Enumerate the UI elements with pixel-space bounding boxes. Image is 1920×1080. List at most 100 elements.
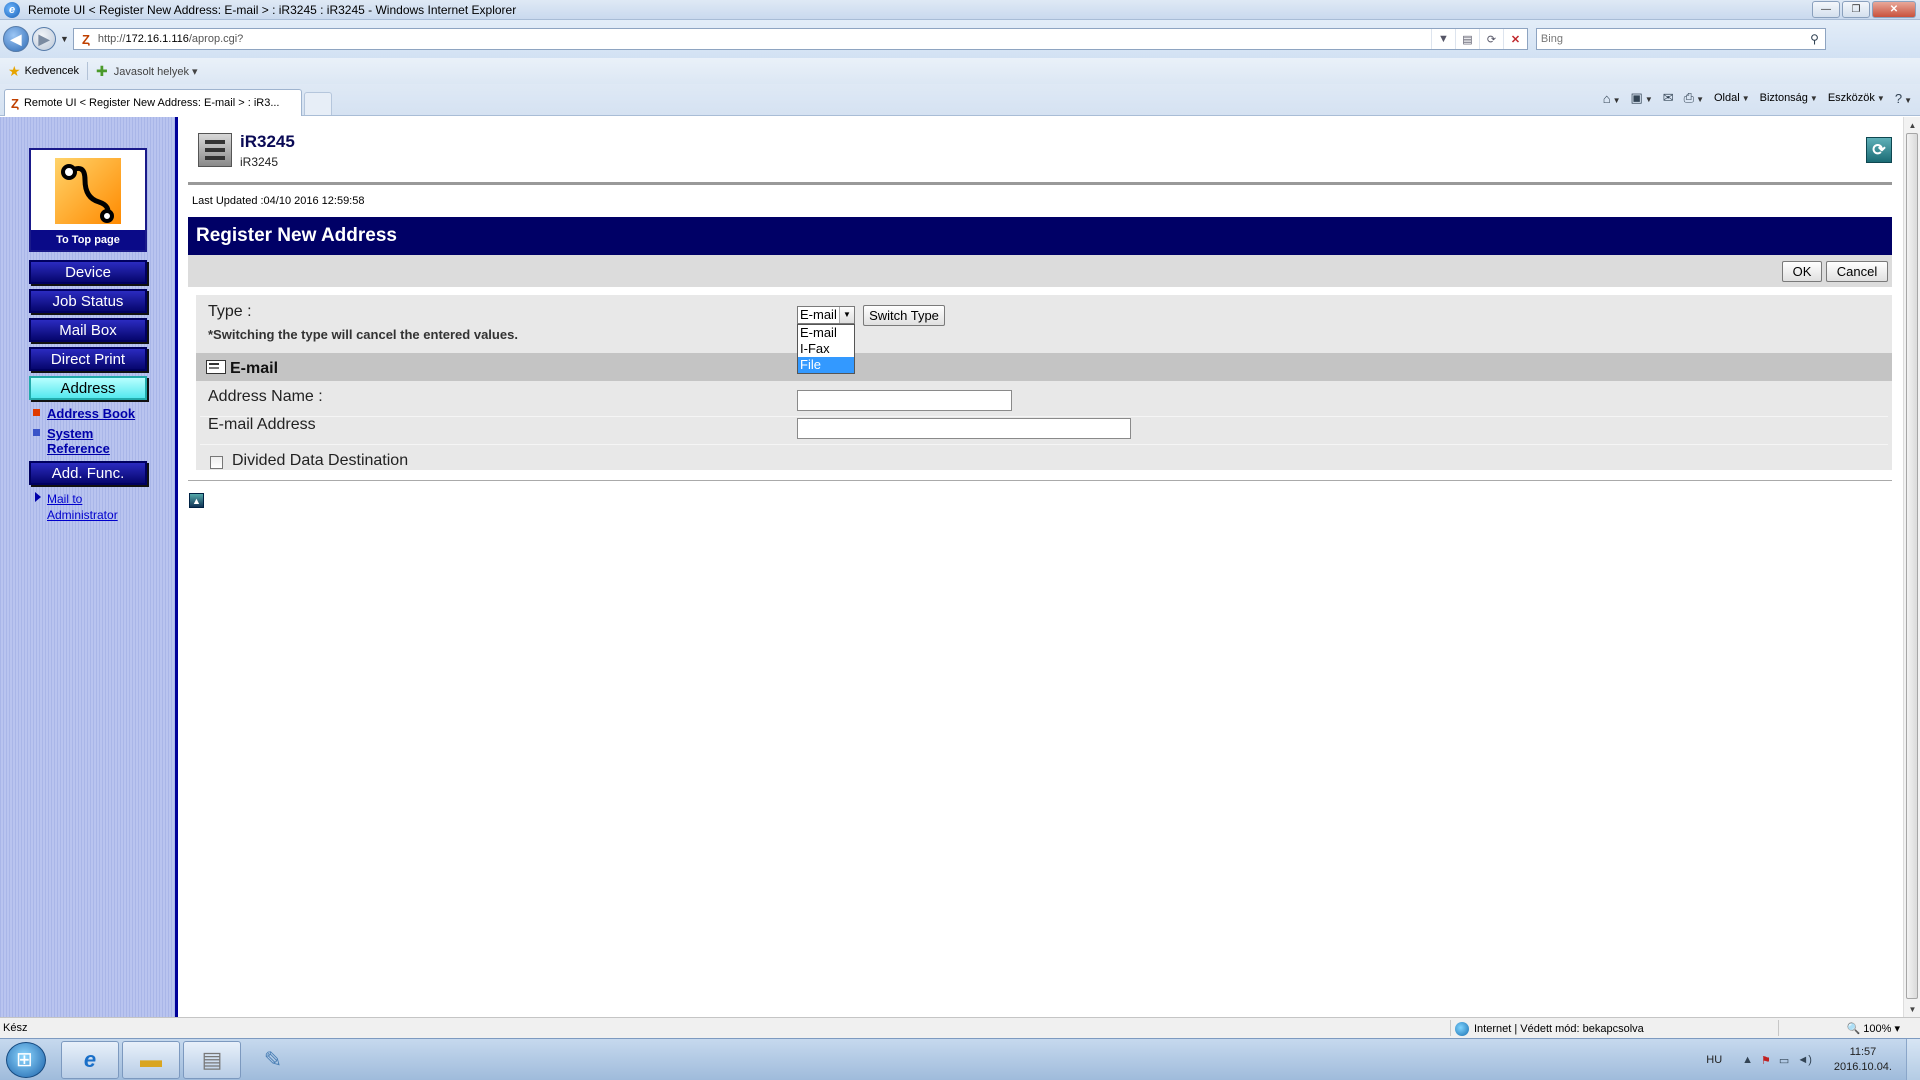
switch-type-button[interactable]: Switch Type: [863, 305, 945, 326]
address-dropdown-icon[interactable]: ▼: [1430, 29, 1455, 49]
nav-direct-print-button[interactable]: Direct Print: [29, 347, 147, 371]
vertical-scrollbar[interactable]: ▲ ▼: [1903, 117, 1920, 1017]
chevron-down-icon[interactable]: ▼: [839, 307, 854, 323]
volume-icon[interactable]: ◄): [1797, 1054, 1812, 1067]
system-tray: HU ▲ ⚑ ▭ ◄) 11:57 2016.10.04.: [1706, 1039, 1920, 1080]
taskbar-app-button[interactable]: ▤: [183, 1041, 241, 1079]
ie-logo-icon: e: [4, 1, 20, 18]
windows-taskbar: e ▬ ▤ ✎ HU ▲ ⚑ ▭ ◄) 11:57 2016.10.04.: [0, 1038, 1920, 1080]
search-engine-label: Bing: [1540, 33, 1563, 45]
print-icon[interactable]: ⎙ ▼: [1684, 90, 1704, 106]
type-label: Type :: [208, 303, 252, 320]
taskbar-ie-button[interactable]: e: [61, 1041, 119, 1079]
address-book-bullet-icon: [33, 409, 40, 416]
content-bottom-divider: [188, 480, 1892, 481]
stop-icon[interactable]: ✕: [1502, 29, 1527, 49]
security-zone[interactable]: Internet | Védett mód: bekapcsolva: [1455, 1022, 1644, 1036]
left-navigation: To Top page Device Job Status Mail Box D…: [0, 117, 178, 1017]
nav-device-button[interactable]: Device: [29, 260, 147, 284]
row-divider: [200, 444, 1888, 445]
folder-icon: ▬: [140, 1047, 162, 1072]
address-name-input[interactable]: [797, 390, 1012, 411]
favorites-separator: [87, 62, 88, 80]
refresh-page-button[interactable]: ⟳: [1866, 137, 1892, 163]
clock-date: 2016.10.04.: [1833, 1061, 1892, 1073]
tab-bar: Ȥ Remote UI < Register New Address: E-ma…: [0, 84, 1920, 116]
type-select[interactable]: E-mail ▼: [797, 306, 855, 324]
top-page-logo[interactable]: To Top page: [29, 148, 147, 252]
device-name: iR3245: [240, 132, 295, 151]
address-name-label: Address Name :: [208, 388, 323, 405]
nav-address-button[interactable]: Address: [29, 376, 147, 400]
site-favicon-icon: Ȥ: [81, 31, 90, 47]
home-icon[interactable]: ⌂ ▼: [1603, 91, 1621, 106]
add-to-favorites-icon[interactable]: ✚: [96, 63, 108, 80]
show-desktop-button[interactable]: [1906, 1039, 1920, 1080]
show-hidden-icons-icon[interactable]: ▲: [1742, 1054, 1753, 1067]
register-form: Type : *Switching the type will cancel t…: [196, 295, 1892, 470]
divided-data-checkbox[interactable]: [210, 456, 223, 469]
main-content: iR3245 iR3245 ⟳ Last Updated :04/10 2016…: [188, 117, 1892, 1017]
email-address-input[interactable]: [797, 418, 1131, 439]
recent-pages-dropdown[interactable]: ▼: [60, 34, 69, 44]
address-bar[interactable]: Ȥ http://172.16.1.116/aprop.cgi? ▼ ▤ ⟳ ✕: [72, 28, 1528, 50]
status-bar: Kész Internet | Védett mód: bekapcsolva …: [0, 1017, 1920, 1038]
refresh-icon[interactable]: ⟳: [1478, 29, 1503, 49]
type-switch-note: *Switching the type will cancel the ente…: [208, 327, 518, 342]
device-model: iR3245: [240, 155, 279, 169]
compatibility-view-icon[interactable]: ▤: [1454, 29, 1479, 49]
type-option-email[interactable]: E-mail: [798, 325, 854, 341]
safety-menu[interactable]: Biztonság ▼: [1760, 92, 1818, 104]
email-card-icon: [206, 360, 226, 374]
scroll-up-icon[interactable]: ▲: [1904, 117, 1920, 133]
feeds-icon[interactable]: ▣ ▼: [1631, 90, 1653, 106]
page-menu[interactable]: Oldal ▼: [1714, 92, 1750, 104]
language-indicator[interactable]: HU: [1706, 1054, 1722, 1066]
tab-remote-ui[interactable]: Ȥ Remote UI < Register New Address: E-ma…: [4, 89, 302, 116]
read-mail-icon[interactable]: ✉: [1663, 90, 1674, 106]
system-reference-link[interactable]: System Reference: [47, 426, 110, 456]
scroll-down-icon[interactable]: ▼: [1904, 1001, 1920, 1017]
taskbar-paint-button[interactable]: ✎: [244, 1041, 302, 1079]
restore-button[interactable]: ❐: [1842, 1, 1870, 18]
search-input[interactable]: Bing ⚲: [1535, 28, 1826, 50]
favorites-button[interactable]: Kedvencek: [25, 65, 79, 77]
zoom-level[interactable]: 🔍 100% ▾: [1847, 1022, 1900, 1035]
search-icon[interactable]: ⚲: [1810, 32, 1819, 46]
forward-button[interactable]: ▶: [32, 27, 56, 51]
favorites-bar: ★ Kedvencek ✚ Javasolt helyek ▾: [0, 58, 1920, 84]
command-bar: ⌂ ▼ ▣ ▼ ✉ ⎙ ▼ Oldal ▼ Biztonság ▼ Eszközök ▼ ?…: [1603, 90, 1912, 106]
action-center-flag-icon[interactable]: ⚑: [1761, 1054, 1771, 1067]
new-tab-button[interactable]: [304, 92, 332, 115]
action-bar: OK Cancel: [188, 255, 1892, 287]
minimize-button[interactable]: —: [1812, 1, 1840, 18]
type-option-file[interactable]: File: [798, 357, 854, 373]
nav-add-func-button[interactable]: Add. Func.: [29, 461, 147, 485]
type-option-ifax[interactable]: I-Fax: [798, 341, 854, 357]
network-icon[interactable]: ▭: [1779, 1054, 1789, 1067]
nav-job-status-button[interactable]: Job Status: [29, 289, 147, 313]
start-button[interactable]: [6, 1042, 46, 1078]
row-divider: [200, 416, 1888, 417]
clock-time: 11:57: [1849, 1046, 1877, 1058]
ok-button[interactable]: OK: [1782, 261, 1822, 282]
mail-to-administrator-link[interactable]: Mail to Administrator: [47, 491, 118, 523]
status-text: Kész: [3, 1022, 28, 1034]
nav-mail-box-button[interactable]: Mail Box: [29, 318, 147, 342]
remote-ui-logo-icon: [55, 158, 121, 224]
security-zone-text: Internet | Védett mód: bekapcsolva: [1474, 1023, 1644, 1035]
tools-menu[interactable]: Eszközök ▼: [1828, 92, 1885, 104]
back-to-top-icon[interactable]: ▲: [189, 493, 204, 508]
close-window-button[interactable]: ✕: [1872, 1, 1916, 18]
address-book-link[interactable]: Address Book: [47, 406, 135, 421]
divided-data-label: Divided Data Destination: [232, 452, 409, 469]
suggested-sites-button[interactable]: Javasolt helyek ▾: [114, 65, 198, 78]
taskbar-explorer-button[interactable]: ▬: [122, 1041, 180, 1079]
system-clock[interactable]: 11:57 2016.10.04.: [1834, 1045, 1892, 1075]
scrollbar-thumb[interactable]: [1906, 133, 1918, 999]
cancel-button[interactable]: Cancel: [1826, 261, 1888, 282]
back-button[interactable]: ◀: [3, 26, 29, 52]
help-icon[interactable]: ? ▼: [1895, 91, 1912, 106]
window-titlebar: e Remote UI < Register New Address: E-ma…: [0, 0, 1920, 20]
url-text: http://172.16.1.116/aprop.cgi?: [97, 33, 244, 45]
